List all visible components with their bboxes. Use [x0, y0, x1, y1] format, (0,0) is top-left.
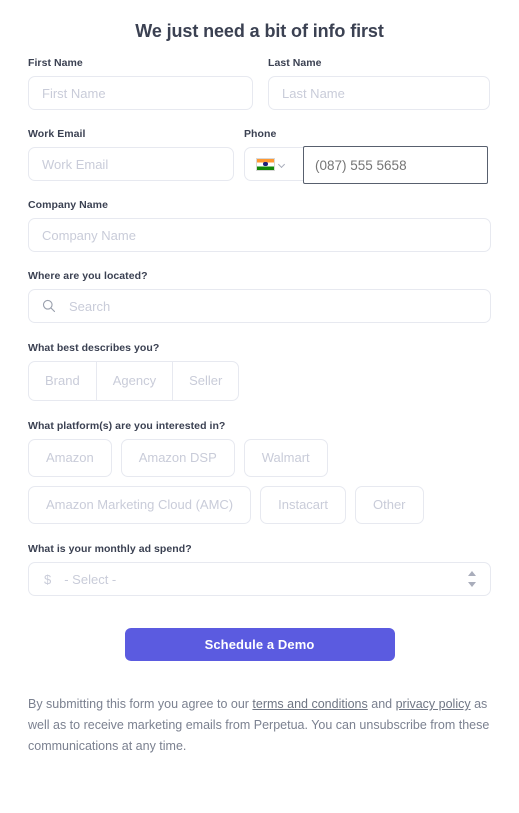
india-flag-icon	[256, 157, 275, 171]
phone-field-group: Phone	[244, 128, 488, 184]
last-name-label: Last Name	[268, 57, 322, 69]
privacy-policy-link[interactable]: privacy policy	[396, 697, 471, 711]
platform-chip-amazon[interactable]: Amazon	[28, 439, 112, 477]
contact-row: Work Email Phone	[28, 110, 491, 184]
name-row: First Name Last Name	[28, 40, 491, 110]
option-brand[interactable]: Brand	[29, 362, 97, 400]
option-agency[interactable]: Agency	[97, 362, 174, 400]
company-field-group: Company Name	[28, 181, 491, 252]
first-name-input[interactable]	[28, 76, 253, 110]
phone-input-wrapper	[244, 146, 488, 184]
terms-and-conditions-link[interactable]: terms and conditions	[252, 697, 367, 711]
disclaimer-text-middle: and	[367, 697, 396, 711]
schedule-demo-button[interactable]: Schedule a Demo	[124, 628, 395, 661]
company-name-label: Company Name	[28, 199, 108, 211]
describes-you-segmented-control: Brand Agency Seller	[28, 361, 240, 401]
stepper-arrows-icon[interactable]	[467, 571, 476, 587]
work-email-field-group: Work Email	[28, 128, 234, 181]
last-name-field-group: Last Name	[268, 57, 490, 110]
describes-you-label: What best describes you?	[28, 342, 160, 354]
ad-spend-select[interactable]: $ - Select -	[28, 562, 491, 596]
page-title: We just need a bit of info first	[135, 21, 384, 41]
describes-you-group: What best describes you? Brand Agency Se…	[28, 323, 491, 401]
phone-input[interactable]	[303, 146, 488, 184]
ad-spend-label: What is your monthly ad spend?	[28, 543, 192, 555]
location-search-input[interactable]	[28, 289, 491, 323]
platforms-group: What platform(s) are you interested in? …	[28, 401, 491, 524]
platform-chip-amc[interactable]: Amazon Marketing Cloud (AMC)	[28, 486, 252, 524]
first-name-field-group: First Name	[28, 57, 253, 110]
option-seller[interactable]: Seller	[173, 362, 238, 400]
currency-prefix: $	[44, 571, 52, 587]
last-name-input[interactable]	[268, 76, 490, 110]
location-search-wrapper	[28, 289, 491, 323]
platform-chip-other[interactable]: Other	[354, 486, 424, 524]
work-email-input[interactable]	[28, 147, 234, 181]
platform-chip-instacart[interactable]: Instacart	[260, 486, 346, 524]
legal-disclaimer: By submitting this form you agree to our…	[28, 661, 491, 757]
location-label: Where are you located?	[28, 270, 148, 282]
first-name-label: First Name	[28, 57, 83, 69]
demo-request-form: We just need a bit of info first First N…	[0, 0, 519, 813]
platforms-label: What platform(s) are you interested in?	[28, 420, 226, 432]
company-name-input[interactable]	[28, 218, 491, 252]
platform-chip-list: Amazon Amazon DSP Walmart Amazon Marketi…	[28, 439, 491, 524]
country-code-dropdown[interactable]	[245, 148, 286, 180]
chevron-down-icon	[279, 161, 286, 168]
submit-row: Schedule a Demo	[28, 596, 491, 661]
ad-spend-selected-value: - Select -	[64, 571, 117, 587]
location-field-group: Where are you located?	[28, 252, 491, 323]
work-email-label: Work Email	[28, 128, 86, 140]
disclaimer-text-before: By submitting this form you agree to our	[28, 697, 253, 711]
platform-chip-walmart[interactable]: Walmart	[243, 439, 328, 477]
phone-label: Phone	[244, 128, 277, 140]
ad-spend-group: What is your monthly ad spend? $ - Selec…	[28, 524, 491, 596]
platform-chip-amazon-dsp[interactable]: Amazon DSP	[120, 439, 235, 477]
